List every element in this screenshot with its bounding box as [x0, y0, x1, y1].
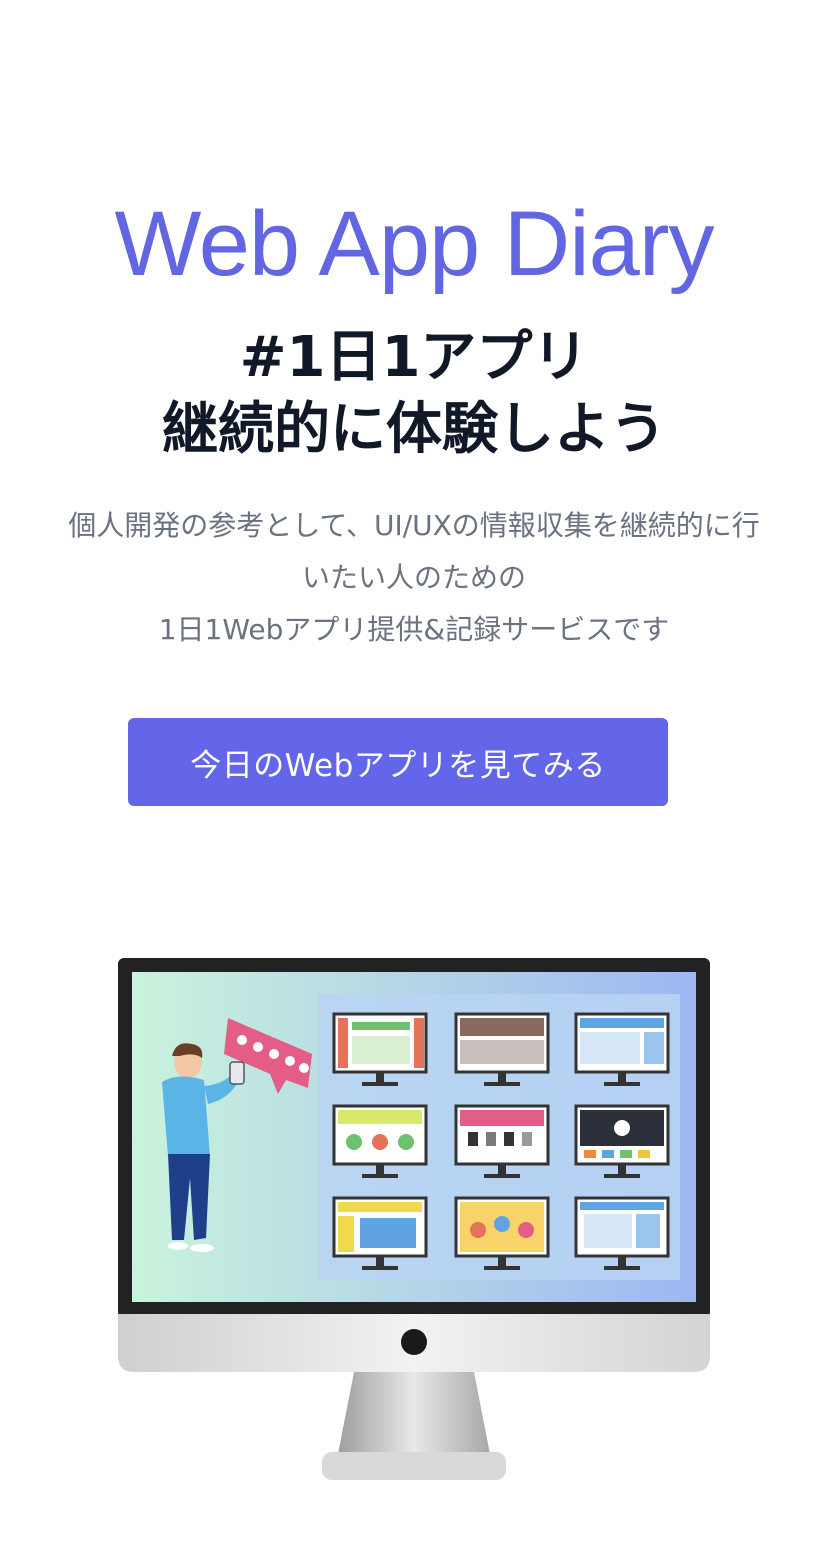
headline-line-1: #1日1アプリ: [239, 325, 589, 390]
monitor-stand: [338, 1372, 490, 1454]
thumbnail-grid: [332, 1012, 670, 1270]
description-line-2: いたい人のための: [301, 561, 526, 594]
description-line-1: 個人開発の参考として、UI/UXの情報収集を継続的に行: [68, 509, 760, 542]
camera-dot: [401, 1329, 427, 1355]
monitor-base: [322, 1452, 506, 1480]
description-line-3: 1日1Webアプリ提供&記録サービスです: [158, 613, 670, 646]
monitor-illustration: [118, 958, 710, 1480]
view-todays-app-button[interactable]: 今日のWebアプリを見てみる: [128, 718, 668, 806]
headline: #1日1アプリ 継続的に体験しよう: [0, 322, 828, 466]
headline-line-2: 継続的に体験しよう: [162, 397, 666, 462]
app-title: Web App Diary: [114, 193, 715, 295]
description: 個人開発の参考として、UI/UXの情報収集を継続的に行 いたい人のための 1日1…: [40, 500, 788, 656]
